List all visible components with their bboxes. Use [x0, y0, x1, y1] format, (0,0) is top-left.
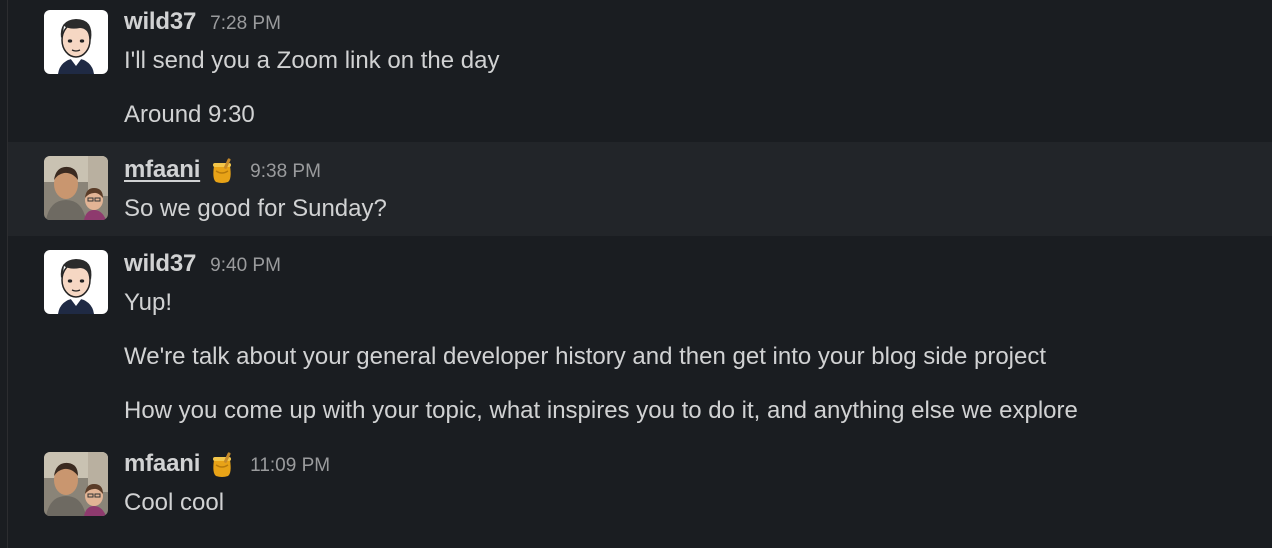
honey-pot-icon[interactable] [208, 451, 236, 479]
timestamp[interactable]: 7:28 PM [210, 13, 281, 35]
sender-name[interactable]: mfaani [124, 450, 200, 478]
timestamp[interactable]: 9:38 PM [250, 161, 321, 183]
message-text: I'll send you a Zoom link on the day [124, 47, 500, 74]
sender-name[interactable]: wild37 [124, 250, 196, 278]
honey-pot-icon[interactable] [208, 157, 236, 185]
avatar[interactable] [44, 156, 108, 220]
sender-name[interactable]: wild37 [124, 8, 196, 36]
cartoon-avatar-icon [44, 10, 108, 74]
message-text: So we good for Sunday? [124, 195, 387, 222]
message-group[interactable]: mfaani 9:38 PM So we good for Sunday? [8, 142, 1272, 236]
message-pane: wild37 7:28 PM I'll send you a Zoom link… [0, 0, 1272, 548]
avatar[interactable] [44, 250, 108, 314]
message-text: We're talk about your general developer … [124, 343, 1047, 370]
message-group[interactable]: mfaani 11:09 PM Cool cool [8, 436, 1272, 548]
message-list: wild37 7:28 PM I'll send you a Zoom link… [8, 0, 1272, 548]
photo-avatar-icon [44, 452, 108, 516]
message-group[interactable]: wild37 7:28 PM I'll send you a Zoom link… [8, 0, 1272, 142]
message-header: wild37 9:40 PM [124, 250, 281, 278]
photo-avatar-icon [44, 156, 108, 220]
avatar[interactable] [44, 10, 108, 74]
message-text: Yup! [124, 289, 173, 316]
cartoon-avatar-icon [44, 250, 108, 314]
avatar[interactable] [44, 452, 108, 516]
message-header: wild37 7:28 PM [124, 8, 281, 36]
message-header: mfaani 9:38 PM [124, 156, 321, 184]
timestamp[interactable]: 9:40 PM [210, 255, 281, 277]
message-text: Cool cool [124, 489, 225, 516]
message-text: How you come up with your topic, what in… [124, 397, 1078, 424]
message-header: mfaani 11:09 PM [124, 450, 330, 478]
sender-name[interactable]: mfaani [124, 156, 200, 184]
timestamp[interactable]: 11:09 PM [250, 455, 330, 477]
message-group[interactable]: wild37 9:40 PM Yup! We're talk about you… [8, 236, 1272, 436]
message-text: Around 9:30 [124, 101, 255, 128]
